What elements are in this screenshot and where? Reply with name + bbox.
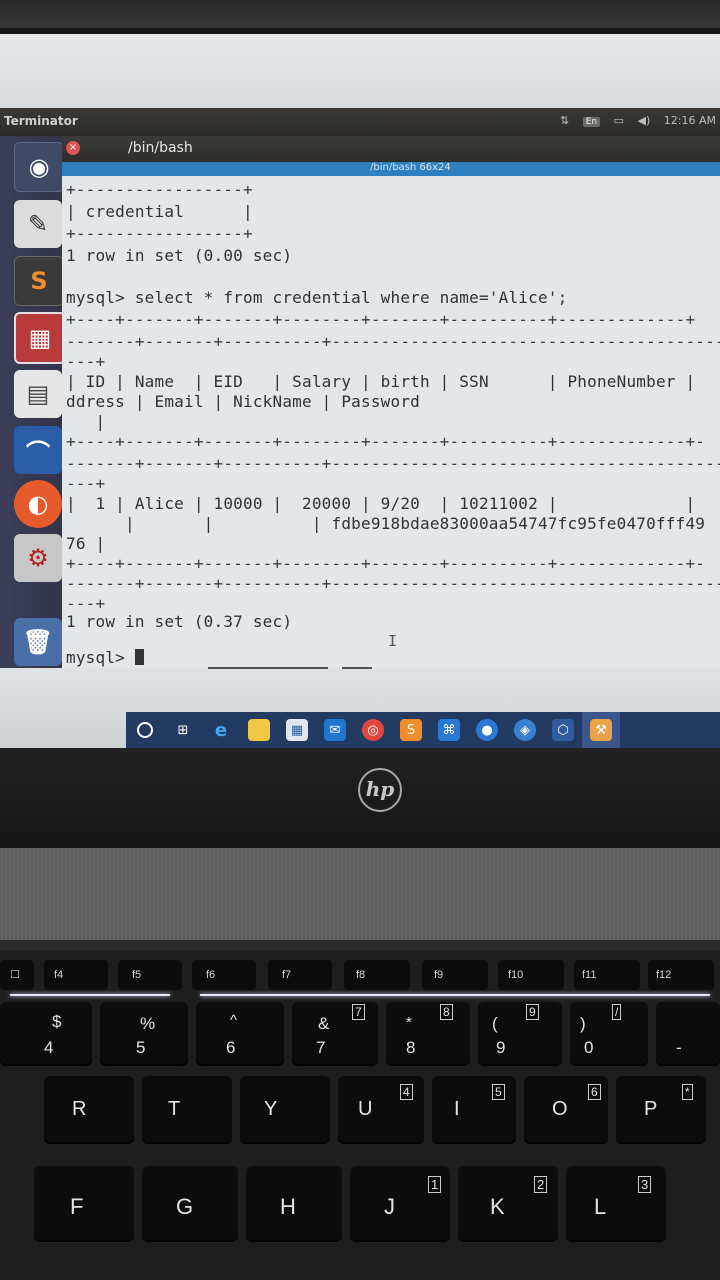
close-icon[interactable]: × xyxy=(66,141,80,155)
key-p[interactable]: P * xyxy=(616,1076,706,1142)
windows-taskbar: ⊞ e ▦ ✉ ◎ S ⌘ ● ◈ ⬡ ⚒ xyxy=(126,712,720,748)
key-minus[interactable]: - xyxy=(656,1002,720,1064)
key-7[interactable]: & 7 7 xyxy=(292,1002,378,1064)
mail-icon[interactable]: ✉ xyxy=(316,712,354,748)
key-f9[interactable]: f9 xyxy=(422,960,488,990)
key-u[interactable]: U 4 xyxy=(338,1076,424,1142)
key-f8[interactable]: f8 xyxy=(344,960,410,990)
sublime-text-icon[interactable]: S xyxy=(14,256,64,306)
trash-icon[interactable]: 🗑 xyxy=(14,618,62,666)
key-f4[interactable]: f4 xyxy=(44,960,108,990)
cortana-search-icon[interactable] xyxy=(126,712,164,748)
terminal-line: +-----------------+ xyxy=(66,180,253,199)
terminal-line: mysql> select * from credential where na… xyxy=(66,288,568,307)
network-icon[interactable]: ⇅ xyxy=(560,114,569,127)
dash-home-icon[interactable]: ◉ xyxy=(14,142,64,192)
store-icon[interactable]: ▦ xyxy=(278,712,316,748)
key-f11[interactable]: f11 xyxy=(574,960,640,990)
key-h[interactable]: H xyxy=(246,1166,342,1240)
key-8[interactable]: * 8 8 xyxy=(386,1002,470,1064)
terminal-line: | credential | xyxy=(66,202,253,221)
desktop-underline xyxy=(208,667,328,669)
terminal-line: -------+-------+----------+-------------… xyxy=(66,454,720,473)
key-0[interactable]: ) 0 / xyxy=(570,1002,648,1064)
key-f10[interactable]: f10 xyxy=(498,960,564,990)
battery-icon[interactable]: ▭ xyxy=(614,114,624,127)
file-explorer-icon[interactable] xyxy=(240,712,278,748)
key-f[interactable]: F xyxy=(34,1166,134,1240)
terminal-line: | | | fdbe918bdae83000aa54747fc95fe0470f… xyxy=(66,514,706,533)
virtualbox-icon[interactable]: ⬡ xyxy=(544,712,582,748)
key-f3[interactable]: ☐ xyxy=(0,960,34,990)
terminal-line: | xyxy=(66,412,106,431)
task-view-icon[interactable]: ⊞ xyxy=(164,712,202,748)
terminal-line: 1 row in set (0.37 sec) xyxy=(66,612,293,631)
prompt-text: mysql> xyxy=(66,648,135,667)
system-tray: ⇅ En ▭ ◀) 12:16 AM xyxy=(550,114,716,127)
text-cursor xyxy=(134,649,144,665)
key-f5[interactable]: f5 xyxy=(118,960,182,990)
key-r[interactable]: R xyxy=(44,1076,134,1142)
sublime-text-taskbar-icon[interactable]: S xyxy=(392,712,430,748)
text-editor-icon[interactable]: ✎ xyxy=(14,200,62,248)
hp-logo: hp xyxy=(358,768,402,812)
key-6[interactable]: ^ 6 xyxy=(196,1002,284,1064)
terminator-icon[interactable]: ▦ xyxy=(14,312,66,364)
network-tool-icon[interactable]: ⌘ xyxy=(430,712,468,748)
terminal-taskbar-icon[interactable]: ⚒ xyxy=(582,712,620,748)
key-o[interactable]: O 6 xyxy=(524,1076,608,1142)
vpn-icon[interactable]: ◈ xyxy=(506,712,544,748)
keyboard-backlight xyxy=(200,994,710,996)
windows-desktop-strip xyxy=(0,34,720,112)
key-k[interactable]: K 2 xyxy=(458,1166,558,1240)
keyboard-language-badge[interactable]: En xyxy=(582,117,601,127)
window-title: /bin/bash xyxy=(128,140,193,156)
key-l[interactable]: L 3 xyxy=(566,1166,666,1240)
files-icon[interactable]: ▤ xyxy=(14,370,62,418)
key-j[interactable]: J 1 xyxy=(350,1166,450,1240)
mouse-ibeam-cursor: I xyxy=(388,632,398,650)
key-g[interactable]: G xyxy=(142,1166,238,1240)
terminal-line: ddress | Email | NickName | Password xyxy=(66,392,420,411)
terminal-line: ---+ xyxy=(66,474,106,493)
key-9[interactable]: ( 9 9 xyxy=(478,1002,562,1064)
clock[interactable]: 12:16 AM xyxy=(664,114,716,127)
mysql-prompt[interactable]: mysql> xyxy=(66,648,144,667)
pane-title: /bin/bash 66x24 xyxy=(370,162,451,173)
chrome-icon[interactable]: ◎ xyxy=(354,712,392,748)
terminal-line: 1 row in set (0.00 sec) xyxy=(66,246,293,265)
terminal-line: -------+-------+----------+-------------… xyxy=(66,574,720,593)
desktop-underline xyxy=(342,667,372,669)
key-5[interactable]: % 5 xyxy=(100,1002,188,1064)
settings-icon[interactable]: ⚙ xyxy=(14,534,62,582)
terminal-output[interactable]: +-----------------+ | credential | +----… xyxy=(62,176,720,668)
laptop-hinge-grille xyxy=(0,848,720,948)
firefox-icon[interactable]: ◐ xyxy=(14,480,62,528)
terminal-line: ---+ xyxy=(66,594,106,613)
terminal-line: | ID | Name | EID | Salary | birth | SSN… xyxy=(66,372,696,391)
terminal-line: 76 | xyxy=(66,534,106,553)
system-monitor-icon[interactable]: ⌒ xyxy=(14,426,62,474)
volume-icon[interactable]: ◀) xyxy=(638,114,651,127)
key-y[interactable]: Y xyxy=(240,1076,330,1142)
terminal-line: -------+-------+----------+-------------… xyxy=(66,332,720,351)
key-4[interactable]: $ 4 xyxy=(0,1002,92,1064)
terminal-line: | 1 | Alice | 10000 | 20000 | 9/20 | 102… xyxy=(66,494,696,513)
terminal-line: +----+-------+-------+--------+-------+-… xyxy=(66,432,706,451)
terminal-line: +----+-------+-------+--------+-------+-… xyxy=(66,310,696,329)
app-circle-icon[interactable]: ● xyxy=(468,712,506,748)
key-f6[interactable]: f6 xyxy=(192,960,256,990)
terminal-line: +-----------------+ xyxy=(66,224,253,243)
key-t[interactable]: T xyxy=(142,1076,232,1142)
key-f7[interactable]: f7 xyxy=(268,960,332,990)
terminal-line: ---+ xyxy=(66,352,106,371)
key-i[interactable]: I 5 xyxy=(432,1076,516,1142)
terminal-line: +----+-------+-------+--------+-------+-… xyxy=(66,554,706,573)
key-f12[interactable]: f12 xyxy=(648,960,714,990)
edge-browser-icon[interactable]: e xyxy=(202,712,240,748)
app-title: Terminator xyxy=(4,114,78,128)
keyboard-backlight xyxy=(10,994,170,996)
